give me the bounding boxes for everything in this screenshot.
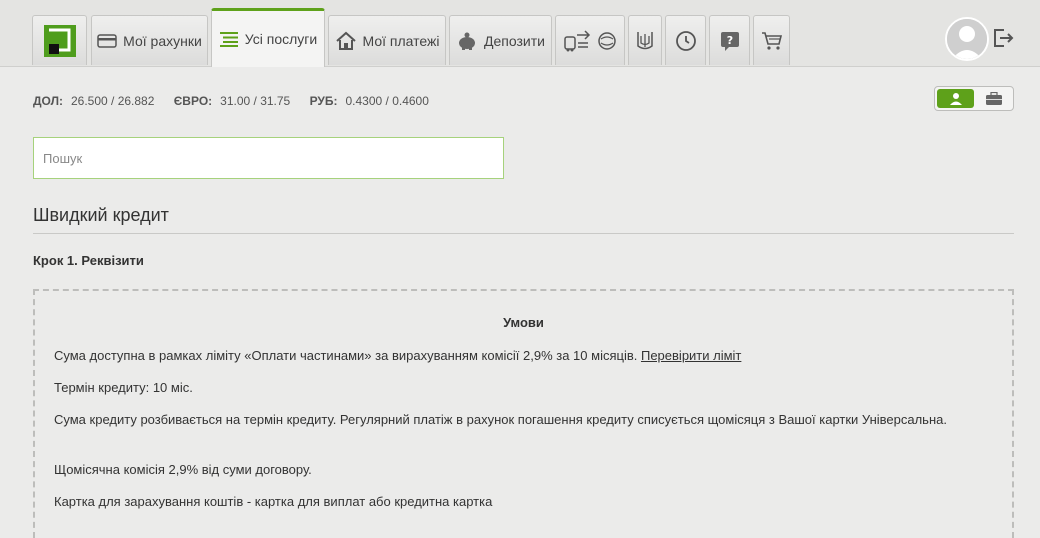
rate-rub-label: РУБ: [309, 94, 338, 108]
client-type-toggle [934, 86, 1014, 111]
tab-label: Мої рахунки [123, 32, 202, 49]
personal-mode-button[interactable] [937, 89, 974, 108]
tab-label: Депозити [484, 32, 545, 49]
piggy-bank-icon [459, 32, 476, 50]
condition-card: Картка для зарахування коштів - картка д… [54, 494, 493, 509]
travel-icon [564, 29, 591, 51]
briefcase-icon [985, 91, 1002, 105]
list-icon [219, 32, 238, 47]
cart-icon [761, 31, 782, 50]
history-icon [675, 30, 696, 51]
rate-rub-value: 0.4300 / 0.4600 [345, 94, 429, 108]
tab-my-accounts[interactable]: Мої рахунки [91, 15, 208, 65]
tab-label: Усі послуги [244, 31, 318, 47]
step-title: Крок 1. Реквізити [33, 253, 144, 268]
condition-limit-text: Сума доступна в рамках ліміту «Оплати ча… [54, 348, 638, 363]
condition-commission: Щомісячна комісія 2,9% від суми договору… [54, 462, 312, 477]
logout-icon[interactable] [992, 27, 1014, 49]
user-avatar[interactable] [945, 17, 989, 61]
trident-icon [637, 31, 653, 49]
rate-usd-label: ДОЛ: [33, 94, 63, 108]
person-icon [949, 92, 962, 105]
help-icon: ? [720, 31, 739, 51]
title-divider [33, 233, 1014, 234]
conditions-panel: Умови Сума доступна в рамках ліміту «Опл… [33, 289, 1014, 538]
conditions-title: Умови [503, 315, 544, 330]
tab-all-services[interactable]: Усі послуги [211, 8, 325, 67]
condition-repayment: Сума кредиту розбивається на термін кред… [54, 412, 947, 427]
condition-term: Термін кредиту: 10 міс. [54, 380, 193, 395]
globe-icon [598, 31, 616, 50]
business-mode-button[interactable] [975, 89, 1012, 108]
privatbank-logo-icon [43, 24, 76, 57]
svg-text:?: ? [726, 34, 732, 47]
rate-eur-label: ЄВРО: [173, 94, 213, 108]
tab-travel[interactable] [555, 15, 625, 65]
rate-usd: ДОЛ: 26.500 / 26.882 [33, 94, 158, 108]
user-silhouette-icon [947, 19, 987, 59]
rate-rub: РУБ: 0.4300 / 0.4600 [310, 94, 429, 108]
currency-rates: ДОЛ: 26.500 / 26.882 ЄВРО: 31.00 / 31.75 Р… [33, 94, 445, 108]
check-limit-link[interactable]: Перевірити ліміт [641, 348, 741, 363]
search-input[interactable] [33, 137, 504, 179]
tab-history[interactable] [665, 15, 706, 65]
tab-label: Мої платежі [362, 32, 440, 49]
tab-my-payments[interactable]: Мої платежі [328, 15, 446, 65]
tab-state-services[interactable] [628, 15, 662, 65]
top-navigation: Мої рахунки Усі послуги Мої платежі Депо… [0, 0, 1040, 67]
tab-help[interactable]: ? [709, 15, 750, 65]
tab-deposits[interactable]: Депозити [449, 15, 552, 65]
rate-eur: ЄВРО: 31.00 / 31.75 [174, 94, 294, 108]
tab-shop[interactable] [753, 15, 790, 65]
condition-limit: Сума доступна в рамках ліміту «Оплати ча… [54, 347, 974, 365]
house-icon [335, 31, 356, 50]
rate-eur-value: 31.00 / 31.75 [220, 94, 291, 108]
page-title: Швидкий кредит [33, 205, 169, 225]
rate-usd-value: 26.500 / 26.882 [71, 94, 155, 108]
card-icon [97, 33, 117, 48]
tab-home-logo[interactable] [32, 15, 87, 65]
